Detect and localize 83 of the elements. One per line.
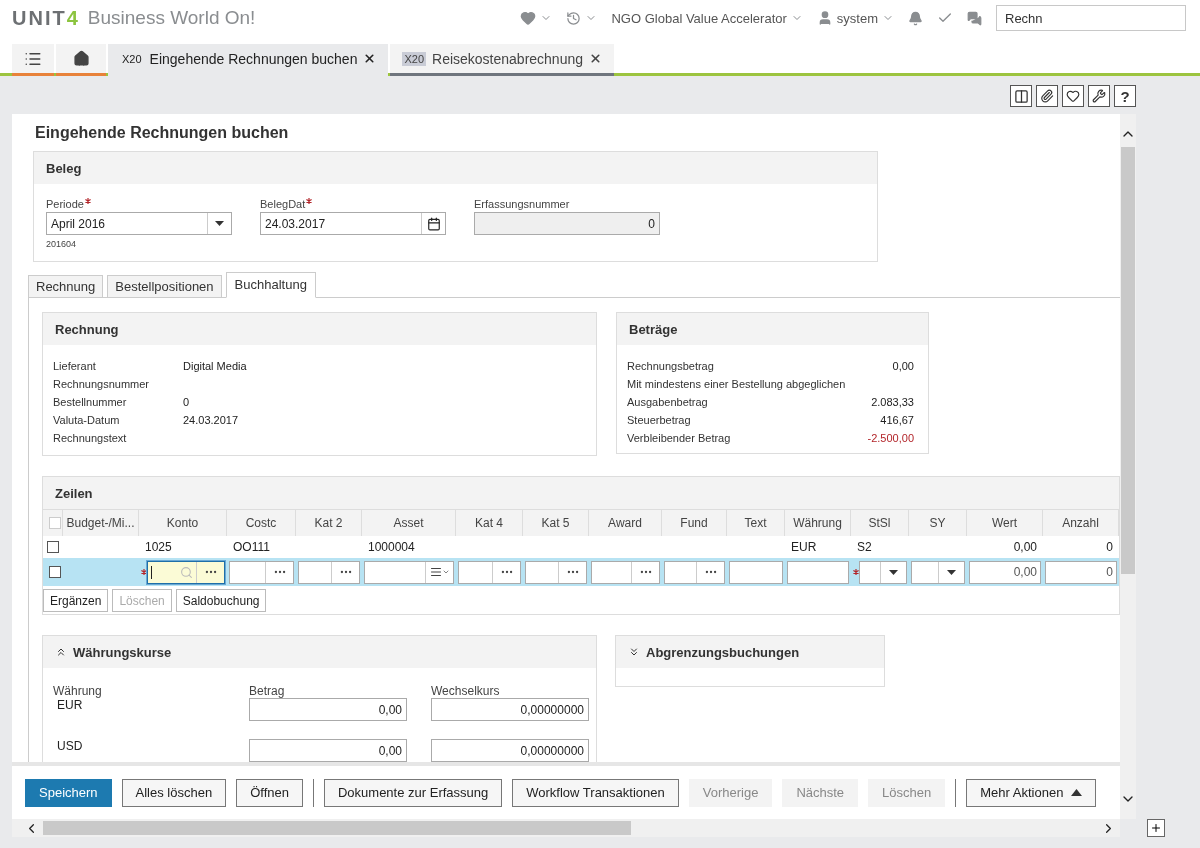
section-tab[interactable]: Buchhaltung bbox=[225, 272, 316, 298]
column-label: Betrag bbox=[249, 684, 286, 698]
field-label: Lieferant bbox=[53, 360, 97, 372]
card-title[interactable]: Währungskurse bbox=[43, 636, 596, 668]
field-label: Valuta-Datum bbox=[53, 414, 121, 426]
footer-button[interactable]: Öffnen bbox=[236, 778, 303, 807]
field-label: Verbleibender Betrag bbox=[627, 432, 732, 444]
search-field[interactable]: Rechn bbox=[996, 5, 1186, 31]
column-header[interactable]: StSl bbox=[851, 509, 909, 536]
number-field[interactable]: 0,00 bbox=[969, 560, 1041, 584]
footer-button[interactable]: Workflow Transaktionen bbox=[512, 778, 679, 807]
column-header[interactable]: Konto bbox=[139, 509, 227, 536]
card-title: Zeilen bbox=[43, 477, 1119, 509]
action-button[interactable]: Ergänzen bbox=[43, 589, 109, 612]
field-label: Rechnungstext bbox=[53, 432, 128, 444]
rate-field[interactable]: 0,00000000 bbox=[431, 739, 589, 762]
field-hint: 201604 bbox=[46, 239, 78, 249]
document-tab[interactable]: X20 Reisekostenabrechnung bbox=[390, 44, 614, 76]
column-header[interactable]: Costc bbox=[227, 509, 296, 536]
logo: UNIT4 bbox=[12, 6, 80, 30]
table-cell: 0,00 bbox=[1013, 540, 1037, 554]
page-title: Eingehende Rechnungen buchen bbox=[34, 123, 290, 143]
field-label: BelegDat bbox=[260, 198, 306, 210]
column-header[interactable]: Kat 5 bbox=[523, 509, 589, 536]
amount-field[interactable]: 0,00 bbox=[249, 698, 407, 721]
table-cell: OO111 bbox=[233, 540, 270, 554]
table-cell: 1025 bbox=[145, 540, 172, 554]
column-header[interactable]: Fund bbox=[662, 509, 727, 536]
amount-value: 2.083,33 bbox=[871, 396, 914, 408]
field-label: Bestellnummer bbox=[53, 396, 128, 408]
table-cell: 1000004 bbox=[368, 540, 415, 554]
field-label: Periode bbox=[46, 198, 84, 210]
footer-button[interactable]: Speichern bbox=[25, 778, 112, 807]
menu-label[interactable]: system bbox=[836, 10, 878, 26]
field-value: Digital Media bbox=[183, 360, 247, 372]
document-tab[interactable]: X20 Eingehende Rechnungen buchen bbox=[108, 44, 389, 76]
action-button[interactable]: Saldobuchung bbox=[175, 589, 267, 612]
footer-button[interactable]: Dokumente zur Erfassung bbox=[323, 778, 503, 807]
column-label: Währung bbox=[53, 684, 103, 698]
amount-value: 416,67 bbox=[880, 414, 914, 426]
rate-field[interactable]: 0,00000000 bbox=[431, 698, 589, 721]
column-header[interactable]: Text bbox=[727, 509, 785, 536]
column-header[interactable]: SY bbox=[909, 509, 967, 536]
amount-value: -2.500,00 bbox=[867, 432, 914, 444]
amount-value: 0,00 bbox=[892, 360, 914, 372]
card-title[interactable]: Abgrenzungsbuchungen bbox=[616, 636, 884, 668]
field-label: Mit mindestens einer Bestellung abgeglichen bbox=[627, 378, 847, 390]
amount-field[interactable]: 0,00 bbox=[249, 739, 407, 762]
field-value: 24.03.2017 bbox=[183, 414, 239, 426]
card-title: Rechnung bbox=[43, 313, 596, 345]
currency-code: EUR bbox=[57, 698, 83, 712]
column-header[interactable]: Kat 4 bbox=[456, 509, 523, 536]
table-cell: S2 bbox=[857, 540, 872, 554]
field-label: Steuerbetrag bbox=[627, 414, 692, 426]
currency-code: USD bbox=[57, 739, 83, 753]
help-button[interactable]: ? bbox=[1114, 85, 1136, 107]
readonly-field: 0 bbox=[474, 212, 660, 235]
table-cell: 0 bbox=[1106, 540, 1113, 554]
menu-label[interactable]: NGO Global Value Accelerator bbox=[611, 10, 787, 26]
field-label: Erfassungsnummer bbox=[474, 198, 570, 210]
field-label: Ausgabenbetrag bbox=[627, 396, 709, 408]
column-label: Wechselkurs bbox=[431, 684, 501, 698]
date-field[interactable]: 24.03.2017 bbox=[260, 212, 446, 235]
column-header[interactable]: Award bbox=[589, 509, 662, 536]
section-tab[interactable]: Bestellpositionen bbox=[107, 275, 222, 298]
section-tab[interactable]: Rechnung bbox=[28, 275, 104, 298]
number-field[interactable]: 0 bbox=[1045, 560, 1117, 584]
field-label: Rechnungsbetrag bbox=[627, 360, 715, 372]
column-header[interactable]: Kat 2 bbox=[296, 509, 362, 536]
column-header[interactable]: Asset bbox=[362, 509, 456, 536]
column-header[interactable]: Budget-/Mi... bbox=[63, 509, 139, 536]
field-label: Rechnungsnummer bbox=[53, 378, 150, 390]
column-header[interactable]: Wert bbox=[967, 509, 1043, 536]
footer-button[interactable]: Alles löschen bbox=[121, 778, 227, 807]
product-name: Business World On! bbox=[87, 7, 256, 29]
field-value: 0 bbox=[183, 396, 190, 408]
column-header[interactable]: Währung bbox=[785, 509, 851, 536]
table-cell: EUR bbox=[791, 540, 817, 554]
footer-button[interactable]: Mehr Aktionen bbox=[966, 778, 1097, 807]
select-field[interactable]: April 2016 bbox=[46, 212, 232, 235]
card-title: Beleg bbox=[34, 152, 877, 184]
column-header[interactable]: Anzahl bbox=[1043, 509, 1119, 536]
card-title: Beträge bbox=[617, 313, 928, 345]
